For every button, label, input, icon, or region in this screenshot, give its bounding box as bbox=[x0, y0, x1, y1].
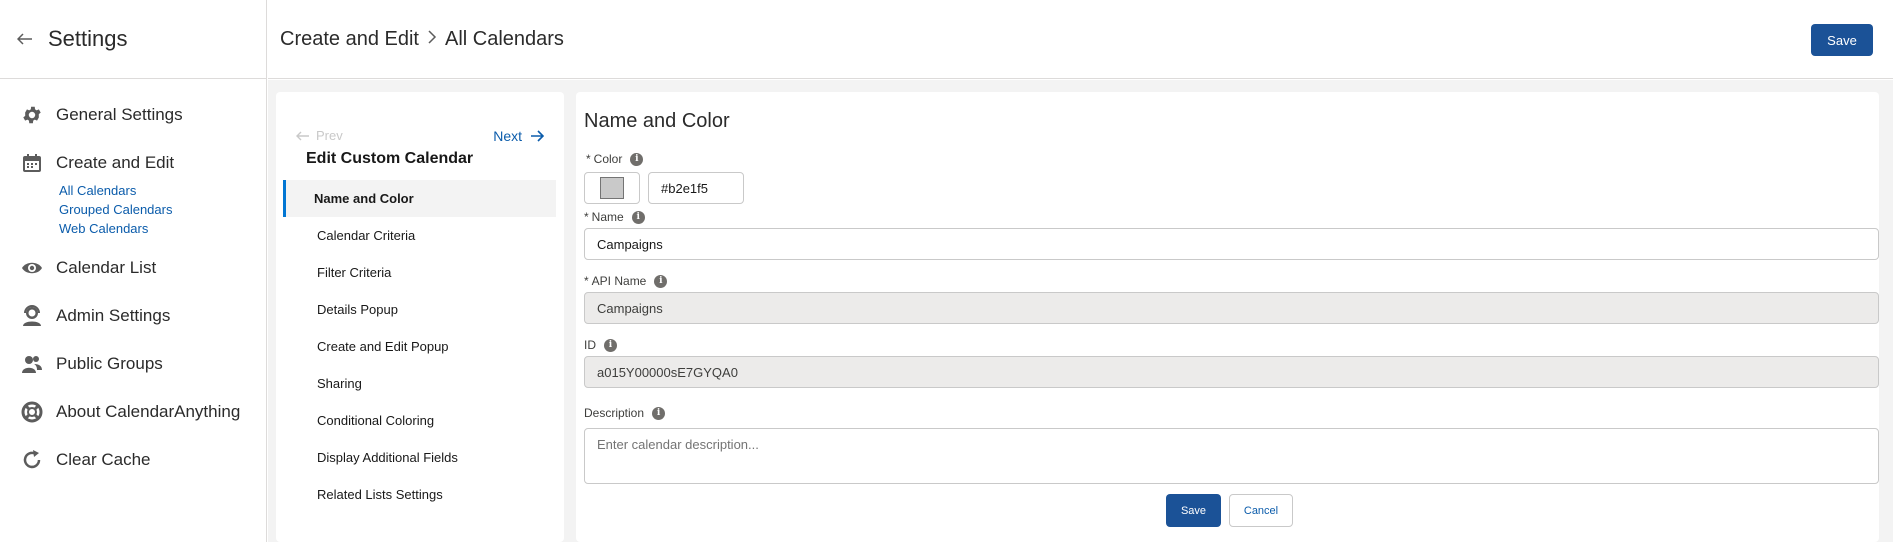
header-save-button[interactable]: Save bbox=[1811, 24, 1873, 56]
step-conditional-coloring[interactable]: Conditional Coloring bbox=[283, 402, 556, 439]
prev-button[interactable]: Prev bbox=[296, 128, 343, 143]
description-textarea[interactable] bbox=[584, 428, 1879, 484]
info-icon[interactable]: i bbox=[652, 406, 666, 420]
step-details-popup[interactable]: Details Popup bbox=[283, 291, 556, 328]
form-title: Name and Color bbox=[584, 110, 730, 132]
required-marker: * bbox=[584, 210, 589, 224]
sidebar-item-label: General Settings bbox=[56, 105, 183, 124]
sidebar-item-label: Admin Settings bbox=[56, 306, 171, 325]
name-input[interactable] bbox=[584, 228, 1879, 260]
id-label-text: ID bbox=[584, 338, 596, 352]
name-and-color-form: Name and Color * Color i * Name i * API … bbox=[576, 92, 1879, 542]
back-arrow-icon[interactable] bbox=[14, 28, 36, 50]
wizard-nav: Prev Next bbox=[296, 128, 544, 146]
info-icon[interactable]: i bbox=[630, 152, 644, 166]
sidebar-item-admin-settings[interactable]: Admin Settings bbox=[0, 292, 266, 340]
groups-icon bbox=[20, 352, 44, 376]
api-name-label-text: API Name bbox=[591, 274, 647, 288]
sidebar-item-general-settings[interactable]: General Settings bbox=[0, 91, 266, 139]
sidebar-title: Settings bbox=[48, 26, 128, 51]
next-button[interactable]: Next bbox=[493, 128, 544, 144]
save-button[interactable]: Save bbox=[1166, 494, 1221, 527]
color-swatch bbox=[600, 177, 624, 199]
step-calendar-criteria[interactable]: Calendar Criteria bbox=[283, 217, 556, 254]
description-label-text: Description bbox=[584, 406, 645, 420]
sidebar-item-clear-cache[interactable]: Clear Cache bbox=[0, 436, 266, 484]
sidebar-item-public-groups[interactable]: Public Groups bbox=[0, 340, 266, 388]
step-name-and-color[interactable]: Name and Color bbox=[283, 180, 556, 217]
api-name-label: * API Name i bbox=[584, 274, 668, 288]
step-sharing[interactable]: Sharing bbox=[283, 365, 556, 402]
eye-icon bbox=[20, 256, 44, 280]
subnav-item-web-calendars[interactable]: Web Calendars bbox=[59, 219, 266, 238]
sidebar-item-label: Clear Cache bbox=[56, 450, 151, 469]
description-label: Description i bbox=[584, 406, 666, 420]
wizard-steps: Name and Color Calendar Criteria Filter … bbox=[283, 180, 556, 513]
name-label-text: Name bbox=[591, 210, 624, 224]
wizard-title: Edit Custom Calendar bbox=[306, 150, 474, 167]
sidebar-header: Settings bbox=[0, 0, 266, 79]
info-icon[interactable]: i bbox=[631, 210, 645, 224]
required-marker: * bbox=[586, 152, 591, 166]
sidebar-item-label: Public Groups bbox=[56, 354, 163, 373]
arrow-right-icon bbox=[530, 130, 544, 142]
breadcrumb-item[interactable]: Create and Edit bbox=[280, 28, 419, 51]
breadcrumb-item[interactable]: All Calendars bbox=[445, 28, 564, 51]
required-marker: * bbox=[584, 274, 589, 288]
color-label: * Color i bbox=[586, 152, 644, 166]
arrow-left-icon bbox=[296, 131, 310, 141]
step-create-and-edit-popup[interactable]: Create and Edit Popup bbox=[283, 328, 556, 365]
breadcrumb: Create and Edit All Calendars bbox=[280, 28, 564, 51]
sidebar-item-label: Create and Edit bbox=[56, 153, 175, 172]
step-filter-criteria[interactable]: Filter Criteria bbox=[283, 254, 556, 291]
subnav-item-all-calendars[interactable]: All Calendars bbox=[59, 181, 266, 200]
color-label-text: Color bbox=[593, 152, 623, 166]
admin-user-icon bbox=[20, 304, 44, 328]
name-label: * Name i bbox=[584, 210, 645, 224]
settings-sidebar: Settings General Settings Create and Edi… bbox=[0, 0, 267, 542]
api-name-input bbox=[584, 292, 1879, 324]
calendar-icon bbox=[20, 151, 44, 175]
step-display-additional-fields[interactable]: Display Additional Fields bbox=[283, 439, 556, 476]
step-related-lists-settings[interactable]: Related Lists Settings bbox=[283, 476, 556, 513]
next-label: Next bbox=[493, 128, 522, 144]
sidebar-item-about[interactable]: About CalendarAnything bbox=[0, 388, 266, 436]
page-header: Create and Edit All Calendars Save bbox=[268, 0, 1893, 79]
cancel-button[interactable]: Cancel bbox=[1229, 494, 1293, 527]
create-and-edit-subnav: All Calendars Grouped Calendars Web Cale… bbox=[0, 181, 266, 238]
info-icon[interactable]: i bbox=[654, 274, 668, 288]
sidebar-nav: General Settings Create and Edit All Cal… bbox=[0, 79, 266, 484]
lifebuoy-icon bbox=[20, 400, 44, 424]
color-hex-input[interactable] bbox=[648, 172, 744, 204]
sidebar-item-label: Calendar List bbox=[56, 258, 157, 277]
sidebar-item-label: About CalendarAnything bbox=[56, 402, 241, 421]
prev-label: Prev bbox=[316, 128, 343, 143]
subnav-item-grouped-calendars[interactable]: Grouped Calendars bbox=[59, 200, 266, 219]
color-swatch-button[interactable] bbox=[584, 172, 640, 204]
info-icon[interactable]: i bbox=[604, 338, 617, 352]
chevron-right-icon bbox=[427, 28, 437, 51]
wizard-panel: Prev Next Edit Custom Calendar Name and … bbox=[276, 92, 564, 542]
refresh-icon bbox=[20, 448, 44, 472]
sidebar-item-calendar-list[interactable]: Calendar List bbox=[0, 244, 266, 292]
sidebar-item-create-and-edit[interactable]: Create and Edit bbox=[0, 139, 266, 187]
id-input bbox=[584, 356, 1879, 388]
gear-icon bbox=[20, 103, 44, 127]
main-content: Prev Next Edit Custom Calendar Name and … bbox=[268, 80, 1893, 542]
id-label: ID i bbox=[584, 338, 617, 352]
